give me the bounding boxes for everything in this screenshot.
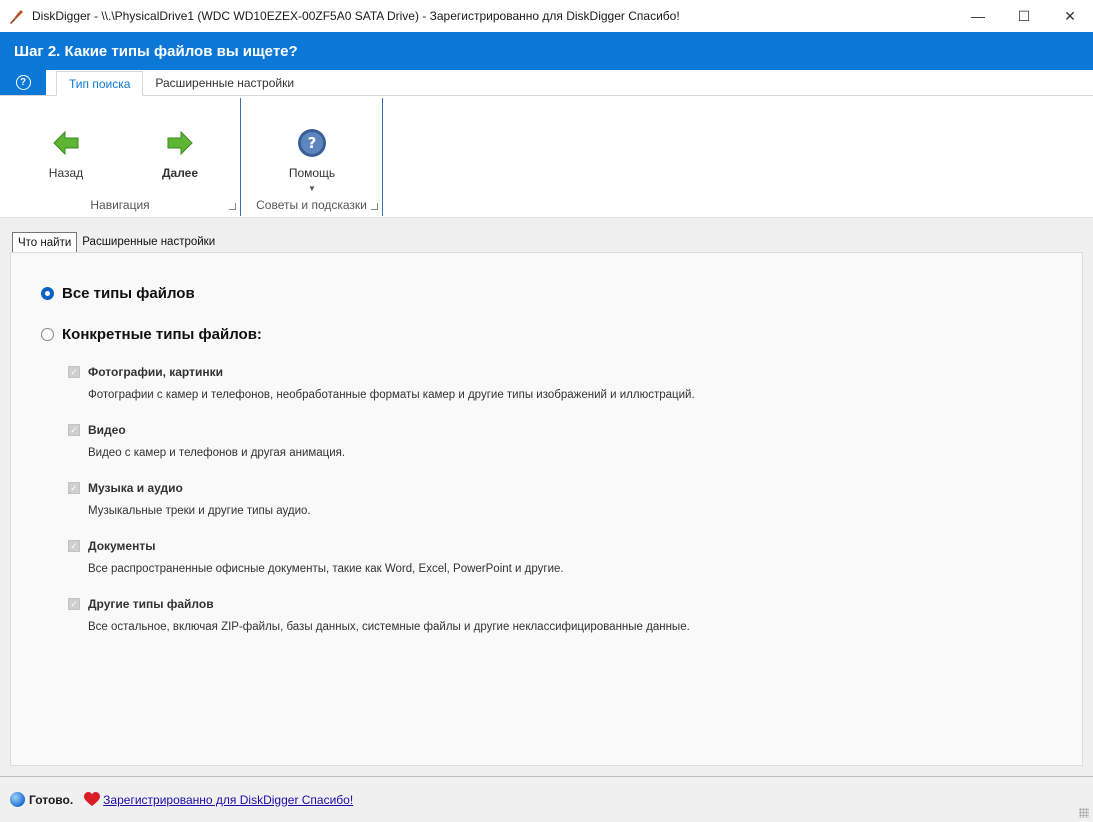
window-controls: — ☐ ✕: [955, 0, 1093, 32]
all-types-radio[interactable]: [41, 287, 54, 300]
help-label: Помощь: [288, 166, 336, 180]
all-types-label: Все типы файлов: [62, 285, 195, 302]
status-text: Готово.: [29, 792, 74, 807]
category-photos: ✓ Фотографии, картинки Фотографии с камер…: [68, 365, 695, 401]
tab-advanced-settings[interactable]: Расширенные настройки: [143, 71, 306, 95]
video-checkbox[interactable]: ✓: [68, 424, 80, 436]
video-desc: Видео с камер и телефонов и другая анима…: [88, 447, 346, 459]
navigation-launcher-icon[interactable]: [229, 203, 236, 210]
photos-checkbox[interactable]: ✓: [68, 366, 80, 378]
video-title: Видео: [88, 423, 126, 437]
diskdigger-shovel-icon: [10, 10, 23, 24]
close-button[interactable]: ✕: [1047, 0, 1093, 32]
audio-checkbox[interactable]: ✓: [68, 482, 80, 494]
specific-types-label: Конкретные типы файлов:: [62, 326, 262, 343]
ribbon-tab-bar: ? Тип поиска Расширенные настройки: [0, 70, 1093, 96]
tips-launcher-icon[interactable]: [371, 203, 378, 210]
ribbon-group-tips: ? Помощь ▼ Советы и подсказки: [241, 98, 383, 216]
status-bar: Готово. Зарегистрированно для DiskDigger…: [0, 776, 1093, 822]
content-tabs: Что найти Расширенные настройки: [12, 232, 220, 252]
tab-content-advanced[interactable]: Расширенные настройки: [77, 232, 220, 252]
category-video: ✓ Видео Видео с камер и телефонов и друга…: [68, 423, 345, 459]
category-documents: ✓ Документы Все распространенные офисные …: [68, 539, 564, 575]
help-icon: ?: [298, 129, 326, 157]
specific-types-radio[interactable]: [41, 328, 54, 341]
window-title: DiskDigger - \\.\PhysicalDrive1 (WDC WD1…: [32, 9, 680, 23]
heart-icon: [84, 792, 101, 806]
photos-title: Фотографии, картинки: [88, 365, 223, 379]
all-types-option[interactable]: Все типы файлов: [41, 285, 195, 302]
other-desc: Все остальное, включая ZIP-файлы, базы д…: [88, 621, 690, 633]
tab-search-type[interactable]: Тип поиска: [56, 71, 144, 96]
audio-title: Музыка и аудио: [88, 481, 183, 495]
audio-desc: Музыкальные треки и другие типы аудио.: [88, 505, 311, 517]
back-button[interactable]: Назад: [31, 128, 101, 180]
next-arrow-icon: [167, 130, 193, 156]
documents-checkbox[interactable]: ✓: [68, 540, 80, 552]
documents-title: Документы: [88, 539, 156, 553]
svg-text:?: ?: [308, 134, 317, 152]
registered-link[interactable]: Зарегистрированно для DiskDigger Спасибо…: [103, 793, 353, 807]
tab-what-to-find[interactable]: Что найти: [12, 232, 78, 252]
minimize-button[interactable]: —: [955, 0, 1001, 32]
title-bar: DiskDigger - \\.\PhysicalDrive1 (WDC WD1…: [0, 0, 1093, 32]
other-title: Другие типы файлов: [88, 597, 214, 611]
step-title: Шаг 2. Какие типы файлов вы ищете?: [14, 42, 298, 60]
photos-desc: Фотографии с камер и телефонов, необрабо…: [88, 389, 695, 401]
ribbon-body: Назад Далее Навигация ? Помощь ▼ Советы …: [0, 96, 1093, 218]
help-button[interactable]: ? Помощь ▼: [277, 128, 347, 193]
specific-types-option[interactable]: Конкретные типы файлов:: [41, 326, 262, 343]
next-button[interactable]: Далее: [145, 128, 215, 180]
tips-group-label: Советы и подсказки: [256, 198, 367, 212]
back-label: Назад: [48, 166, 84, 180]
file-types-panel: Все типы файлов Конкретные типы файлов: …: [10, 252, 1083, 766]
status-orb-icon: [10, 792, 25, 807]
question-icon: ?: [15, 75, 31, 90]
chevron-down-icon: ▼: [308, 184, 316, 193]
content-area: Что найти Расширенные настройки Все типы…: [0, 218, 1093, 776]
help-tab[interactable]: ?: [0, 70, 46, 95]
resize-grip-icon[interactable]: [1079, 808, 1089, 818]
back-arrow-icon: [53, 130, 79, 156]
navigation-group-label: Навигация: [90, 198, 150, 212]
next-label: Далее: [161, 166, 199, 180]
step-header: Шаг 2. Какие типы файлов вы ищете?: [0, 32, 1093, 70]
maximize-button[interactable]: ☐: [1001, 0, 1047, 32]
documents-desc: Все распространенные офисные документы, …: [88, 563, 564, 575]
other-checkbox[interactable]: ✓: [68, 598, 80, 610]
ribbon-group-navigation: Назад Далее Навигация: [0, 98, 241, 216]
category-other: ✓ Другие типы файлов Все остальное, включ…: [68, 597, 690, 633]
category-audio: ✓ Музыка и аудио Музыкальные треки и друг…: [68, 481, 311, 517]
